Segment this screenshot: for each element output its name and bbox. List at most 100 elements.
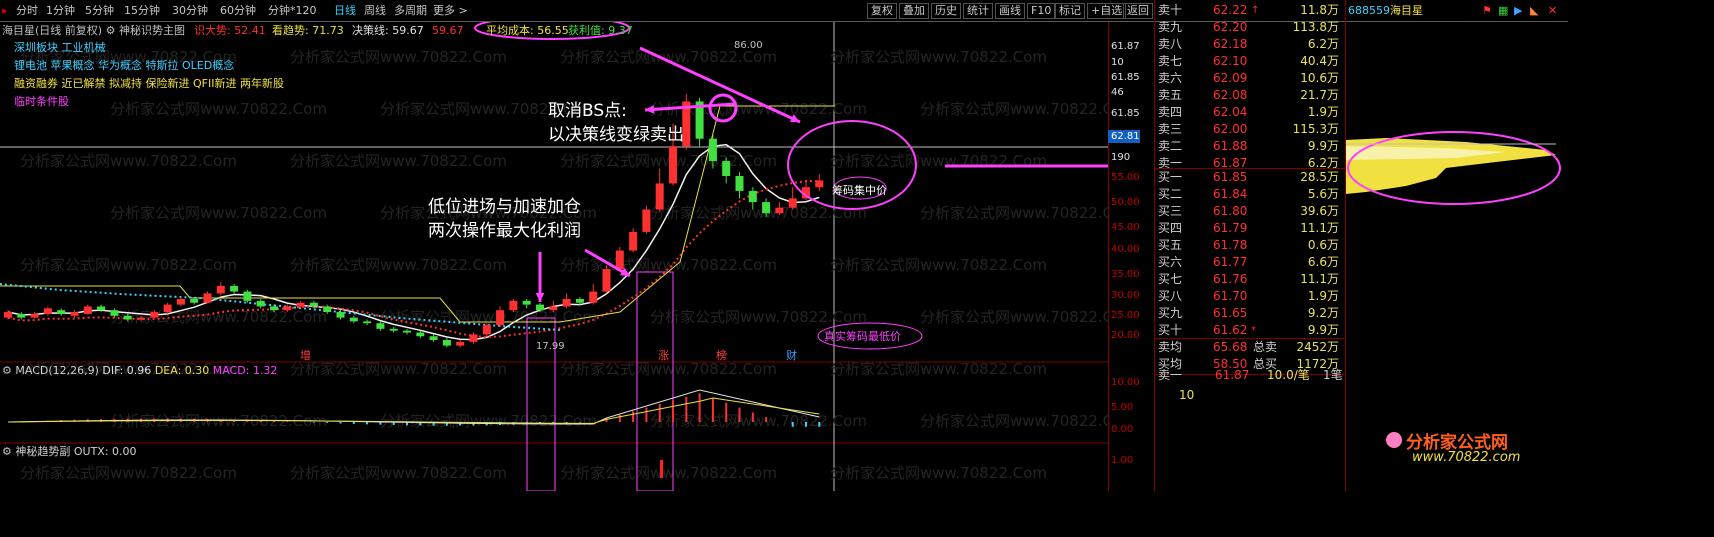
svg-text:分析家公式网www.70822.Com: 分析家公式网www.70822.Com xyxy=(830,48,1047,66)
menu-icon[interactable]: ▸ xyxy=(2,3,8,19)
order-price: 62.22 xyxy=(1213,3,1248,17)
lowest-chip-label: 真实筹码最低价 xyxy=(824,330,901,343)
order-price: 61.62 xyxy=(1213,323,1248,337)
action-button-0[interactable]: 复权 xyxy=(867,3,897,19)
buys-row-1[interactable]: 买二 61.84 5.6万 xyxy=(1155,186,1345,203)
candle-body xyxy=(296,302,305,307)
action-button-2[interactable]: 历史 xyxy=(931,3,961,19)
candle-body xyxy=(336,312,345,318)
sells-row-3[interactable]: 卖七 62.10 40.4万 xyxy=(1155,53,1345,70)
indicator-name[interactable]: 神秘识势主图 xyxy=(119,24,185,37)
svg-text:分析家公式网www.70822.Com: 分析家公式网www.70822.Com xyxy=(650,412,867,430)
action-button-5[interactable]: F10 xyxy=(1027,3,1056,19)
gear-icon[interactable]: ⚙ xyxy=(2,364,12,377)
action-button-4[interactable]: 画线 xyxy=(995,3,1025,19)
period-tab-7[interactable]: 日线 xyxy=(334,3,356,19)
gear-icon[interactable]: ⚙ xyxy=(106,24,116,37)
svg-text:分析家公式网www.70822.Com: 分析家公式网www.70822.Com xyxy=(290,48,507,66)
sells-row-2[interactable]: 卖八 62.18 6.2万 xyxy=(1155,36,1345,53)
sells-row-1[interactable]: 卖九 62.20 113.8万 xyxy=(1155,19,1345,36)
buys-row-6[interactable]: 买七 61.76 11.1万 xyxy=(1155,271,1345,288)
event-marker-2[interactable]: 榜 xyxy=(716,349,727,363)
logo-url: www.70822.com xyxy=(1412,450,1521,465)
order-label: 卖四 xyxy=(1158,105,1183,119)
sells-row-0[interactable]: 卖十 62.22 ↑ 11.8万 xyxy=(1155,2,1345,19)
period-tab-1[interactable]: 1分钟 xyxy=(46,3,75,19)
candle-body xyxy=(270,306,278,311)
candle-body xyxy=(403,330,411,333)
svg-text:分析家公式网www.70822.Com: 分析家公式网www.70822.Com xyxy=(920,412,1108,430)
axis-label-12: 25.00 xyxy=(1111,310,1140,321)
svg-text:分析家公式网www.70822.Com: 分析家公式网www.70822.Com xyxy=(20,256,237,274)
axis-label-2: 61.85 xyxy=(1111,72,1140,83)
order-qty: 11.8万 xyxy=(1300,3,1339,17)
sells-row-8[interactable]: 卖二 61.88 9.9万 xyxy=(1155,138,1345,155)
axis-label-0: 61.87 xyxy=(1111,41,1140,52)
buys-row-5[interactable]: 买六 61.77 6.6万 xyxy=(1155,254,1345,271)
candle-body xyxy=(416,332,425,337)
period-tab-6[interactable]: 分钟*120 xyxy=(268,3,317,19)
buys-row-4[interactable]: 买五 61.78 0.6万 xyxy=(1155,237,1345,254)
svg-text:分析家公式网www.70822.Com: 分析家公式网www.70822.Com xyxy=(290,152,507,170)
sells-row-6[interactable]: 卖四 62.04 1.9万 xyxy=(1155,104,1345,121)
order-qty: 115.3万 xyxy=(1292,122,1339,136)
buys-row-3[interactable]: 买四 61.79 11.1万 xyxy=(1155,220,1345,237)
svg-text:分析家公式网www.70822.Com: 分析家公式网www.70822.Com xyxy=(20,152,237,170)
axis-label-7: 50.00 xyxy=(1111,197,1140,208)
order-price: 61.88 xyxy=(1213,139,1248,153)
order-qty: 21.7万 xyxy=(1300,88,1339,102)
order-qty: 1.9万 xyxy=(1307,289,1339,303)
buys-row-7[interactable]: 买八 61.70 1.9万 xyxy=(1155,288,1345,305)
buys-row-9[interactable]: 买十 61.62 * 9.9万 xyxy=(1155,322,1345,339)
order-qty: 6.6万 xyxy=(1307,255,1339,269)
period-tab-10[interactable]: 更多 > xyxy=(433,3,468,19)
order-label: 卖十 xyxy=(1158,3,1183,17)
summary-value: 2452万 xyxy=(1296,340,1339,354)
macd-label[interactable]: MACD(12,26,9) xyxy=(15,364,99,377)
event-marker-1[interactable]: 涨 xyxy=(658,349,669,363)
action-button-8[interactable]: 返回 xyxy=(1123,3,1153,19)
event-marker-0[interactable]: 增 xyxy=(300,349,311,363)
gear-icon[interactable]: ⚙ xyxy=(2,445,12,458)
candle-body xyxy=(190,299,199,303)
buys-row-0[interactable]: 买一 61.85 28.5万 xyxy=(1155,169,1345,186)
svg-text:分析家公式网www.70822.Com: 分析家公式网www.70822.Com xyxy=(290,360,507,378)
buys-row-8[interactable]: 买九 61.65 9.2万 xyxy=(1155,305,1345,322)
order-price: 62.18 xyxy=(1213,37,1248,51)
candle-body xyxy=(376,323,385,329)
action-button-7[interactable]: +自选 xyxy=(1087,3,1127,19)
sells-row-7[interactable]: 卖三 62.00 115.3万 xyxy=(1155,121,1345,138)
sells-row-4[interactable]: 卖六 62.09 10.6万 xyxy=(1155,70,1345,87)
candle-body xyxy=(575,299,584,303)
action-button-1[interactable]: 叠加 xyxy=(899,3,929,19)
macd-value: MACD: 1.32 xyxy=(212,364,278,377)
order-qty: 1.9万 xyxy=(1307,105,1339,119)
candle-body xyxy=(389,328,398,331)
sells-row-5[interactable]: 卖五 62.08 21.7万 xyxy=(1155,87,1345,104)
period-tab-0[interactable]: 分时 xyxy=(16,3,38,19)
svg-text:分析家公式网www.70822.Com: 分析家公式网www.70822.Com xyxy=(830,464,1047,482)
indicator-value-0: 识大势: 52.41 xyxy=(194,24,266,37)
order-qty: 5.6万 xyxy=(1307,187,1339,201)
order-label: 买四 xyxy=(1158,221,1183,235)
candle-body xyxy=(669,146,677,184)
order-price: 61.70 xyxy=(1213,289,1248,303)
candle-body xyxy=(137,317,145,320)
indicator-value-2: 决策线: 59.67 xyxy=(352,24,424,37)
sub-indicator-label[interactable]: 神秘趋势副 xyxy=(15,445,70,458)
action-button-6[interactable]: 标记 xyxy=(1055,3,1085,19)
period-tab-3[interactable]: 15分钟 xyxy=(124,3,160,19)
period-tab-9[interactable]: 多周期 xyxy=(394,3,427,19)
period-tab-2[interactable]: 5分钟 xyxy=(85,3,114,19)
candle-body xyxy=(256,300,265,307)
action-button-3[interactable]: 统计 xyxy=(963,3,993,19)
price-chart[interactable]: 分析家公式网www.70822.Com 分析家公式网www.70822.Com 分析… xyxy=(0,22,1108,491)
candle-body xyxy=(97,306,106,311)
buys-row-2[interactable]: 买三 61.80 39.6万 xyxy=(1155,203,1345,220)
order-flag: ↑ xyxy=(1251,5,1260,16)
event-marker-3[interactable]: 财 xyxy=(786,349,797,363)
axis-label-13: 20.00 xyxy=(1111,330,1140,341)
period-tab-4[interactable]: 30分钟 xyxy=(172,3,208,19)
period-tab-8[interactable]: 周线 xyxy=(364,3,386,19)
period-tab-5[interactable]: 60分钟 xyxy=(220,3,256,19)
